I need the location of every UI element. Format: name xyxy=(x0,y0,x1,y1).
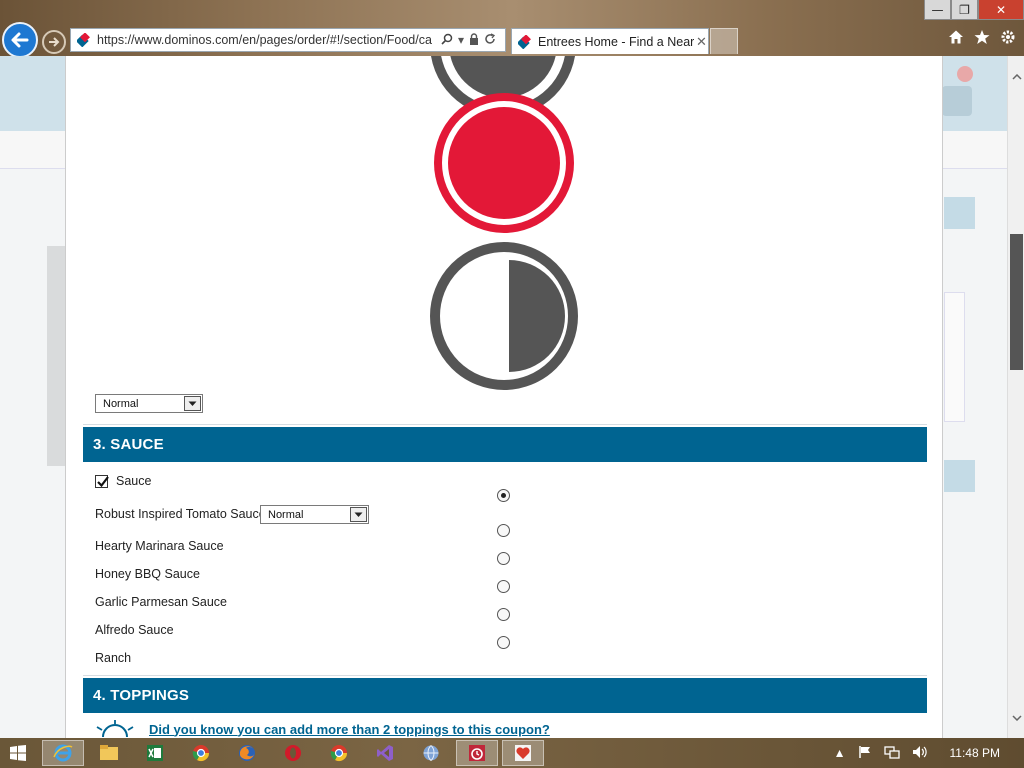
action-center-flag-icon[interactable] xyxy=(858,745,872,762)
page-scrollbar[interactable] xyxy=(1007,56,1024,738)
taskbar-excel-icon[interactable] xyxy=(134,740,176,766)
volume-icon[interactable] xyxy=(912,745,928,762)
tab-entrees-home[interactable]: Entrees Home - Find a Near... ✕ xyxy=(511,28,709,54)
taskbar-file-explorer-icon[interactable] xyxy=(88,740,130,766)
lightbulb-icon xyxy=(96,720,134,738)
toppings-tip-link[interactable]: Did you know you can add more than 2 top… xyxy=(149,722,550,737)
window-controls: — ❐ ✕ xyxy=(924,0,1024,20)
checkmark-icon xyxy=(97,475,109,487)
new-tab-button[interactable] xyxy=(710,28,738,54)
minimize-button[interactable]: — xyxy=(924,0,951,20)
taskbar-alarm-clock-icon[interactable] xyxy=(456,740,498,766)
sauce-radio-honey-bbq[interactable] xyxy=(497,552,510,565)
close-window-button[interactable]: ✕ xyxy=(978,0,1024,20)
sauce-portion-options xyxy=(430,56,578,390)
bg-left-block xyxy=(47,246,67,466)
taskbar-ie-icon[interactable] xyxy=(42,740,84,766)
sauce-checkbox-label: Sauce xyxy=(116,474,152,488)
lock-icon xyxy=(469,32,479,48)
tomato-sauce-amount-select[interactable]: Normal xyxy=(260,505,369,524)
home-icon[interactable] xyxy=(948,29,964,50)
bg-cart-icon xyxy=(942,86,972,116)
taskbar-chrome-2-icon[interactable] xyxy=(318,740,360,766)
url-text[interactable]: https://www.dominos.com/en/pages/order/#… xyxy=(97,33,437,47)
sauce-checkbox-row[interactable]: Sauce xyxy=(95,474,151,488)
restore-button[interactable]: ❐ xyxy=(951,0,978,20)
sauce-option-label[interactable]: Hearty Marinara Sauce xyxy=(95,539,224,553)
dominos-favicon-icon xyxy=(75,32,91,48)
dominos-tab-favicon-icon xyxy=(516,33,532,49)
sauce-option-label[interactable]: Alfredo Sauce xyxy=(95,623,174,637)
bg-cart-badge xyxy=(957,66,973,82)
select-arrow-icon xyxy=(184,396,201,411)
sauce-section-title: 3. SAUCE xyxy=(93,436,164,453)
favorites-star-icon[interactable] xyxy=(974,29,990,50)
sauce-option-label[interactable]: Ranch xyxy=(95,651,131,665)
tray-expand-icon[interactable]: ▲ xyxy=(834,746,846,760)
sauce-option-label[interactable]: Robust Inspired Tomato Sauce xyxy=(95,507,266,521)
browser-chrome: — ❐ ✕ https://www.dominos.com/en/pages/o… xyxy=(0,0,1024,58)
taskbar-heart-app-icon[interactable] xyxy=(502,740,544,766)
windows-start-icon[interactable] xyxy=(10,745,26,766)
dropdown-arrow-icon[interactable]: ▾ xyxy=(458,33,464,48)
settings-gear-icon[interactable] xyxy=(1000,29,1016,50)
toppings-tip[interactable]: Did you know you can add more than 2 top… xyxy=(95,719,550,738)
network-icon[interactable] xyxy=(883,745,900,762)
portion-right-half-icon[interactable] xyxy=(430,242,578,390)
taskbar-chrome-icon[interactable] xyxy=(180,740,222,766)
forward-button[interactable] xyxy=(42,30,66,54)
bg-right-box xyxy=(944,292,965,422)
section-divider xyxy=(83,424,927,425)
back-button[interactable] xyxy=(2,22,38,58)
windows-taskbar: ▲ 11:48 PM xyxy=(0,738,1024,768)
pizza-builder-modal: Normal 3. SAUCE Sauce Robust Inspired To… xyxy=(65,56,943,738)
taskbar-visual-studio-icon[interactable] xyxy=(364,740,406,766)
forward-arrow-icon xyxy=(49,37,60,47)
section-divider xyxy=(83,675,927,676)
back-arrow-icon xyxy=(11,32,29,48)
sauce-checkbox[interactable] xyxy=(95,474,109,488)
scroll-down-arrow-icon[interactable] xyxy=(1008,709,1024,726)
clock-time[interactable]: 11:48 PM xyxy=(950,746,1000,760)
scroll-up-arrow-icon[interactable] xyxy=(1008,68,1024,85)
address-bar[interactable]: https://www.dominos.com/en/pages/order/#… xyxy=(70,28,506,52)
taskbar-globe-icon[interactable] xyxy=(410,740,452,766)
sauce-radio-robust-tomato[interactable] xyxy=(497,489,510,502)
tab-title: Entrees Home - Find a Near... xyxy=(538,34,694,49)
tomato-sauce-amount-value: Normal xyxy=(268,508,304,521)
bg-right-bar-lower xyxy=(944,460,975,492)
search-icon[interactable] xyxy=(441,33,453,48)
toppings-section-header: 4. TOPPINGS xyxy=(83,678,927,713)
bg-right-bar xyxy=(944,197,975,229)
sauce-radio-hearty-marinara[interactable] xyxy=(497,524,510,537)
system-tray: ▲ 11:48 PM xyxy=(834,738,1024,768)
scrollbar-thumb[interactable] xyxy=(1010,234,1023,370)
refresh-icon[interactable] xyxy=(484,32,496,48)
sauce-option-label[interactable]: Honey BBQ Sauce xyxy=(95,567,200,581)
taskbar-firefox-icon[interactable] xyxy=(226,740,268,766)
sauce-radio-ranch[interactable] xyxy=(497,636,510,649)
toppings-section-title: 4. TOPPINGS xyxy=(93,687,190,704)
sauce-radio-garlic-parmesan[interactable] xyxy=(497,580,510,593)
tab-close-icon[interactable]: ✕ xyxy=(696,34,707,50)
sauce-amount-select[interactable]: Normal xyxy=(95,394,203,413)
sauce-section-header: 3. SAUCE xyxy=(83,427,927,462)
taskbar-opera-icon[interactable] xyxy=(272,740,314,766)
sauce-option-label[interactable]: Garlic Parmesan Sauce xyxy=(95,595,227,609)
select-arrow-icon xyxy=(350,507,367,522)
sauce-amount-value: Normal xyxy=(103,397,139,410)
portion-whole-icon[interactable] xyxy=(434,93,574,233)
sauce-radio-alfredo[interactable] xyxy=(497,608,510,621)
